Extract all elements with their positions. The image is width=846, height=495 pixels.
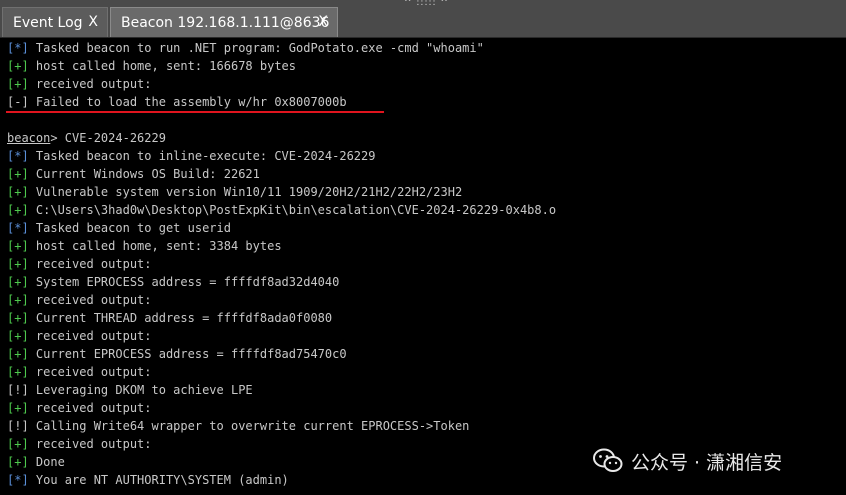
panel-grip-handle[interactable]: ^ ::::: ^: [404, 0, 449, 8]
prompt-beacon-label: beacon: [7, 131, 51, 145]
status-tag: [+]: [7, 347, 29, 361]
console-line: [*] Tasked beacon to inline-execute: CVE…: [7, 147, 375, 165]
console-line-text: Vulnerable system version Win10/11 1909/…: [28, 185, 463, 199]
console-line: [+] Current EPROCESS address = ffffdf8ad…: [7, 345, 347, 363]
console-line: [*] You are NT AUTHORITY\SYSTEM (admin): [7, 471, 289, 489]
status-tag: [+]: [7, 455, 29, 469]
console-line: [+] received output:: [7, 435, 152, 453]
tab-label: Beacon 192.168.1.111@8636: [121, 15, 330, 31]
tab-label: Event Log: [13, 15, 83, 31]
status-tag: [*]: [7, 149, 29, 163]
console-line-text: > CVE-2024-26229: [50, 131, 166, 145]
console-line-text: received output:: [28, 329, 152, 343]
console-line-text: Failed to load the assembly w/hr 0x80070…: [28, 95, 347, 109]
tab-close-button[interactable]: X: [88, 14, 98, 30]
console-line-text: Tasked beacon to inline-execute: CVE-202…: [28, 149, 376, 163]
console-line: [!] Calling Write64 wrapper to overwrite…: [7, 417, 469, 435]
status-tag: [*]: [7, 41, 29, 55]
console-line: [+] Current THREAD address = ffffdf8ada0…: [7, 309, 332, 327]
console-line: [+] received output:: [7, 363, 152, 381]
console-line-text: System EPROCESS address = ffffdf8ad32d40…: [28, 275, 340, 289]
console-line-text: Tasked beacon to get userid: [28, 221, 231, 235]
console-line: [+] Vulnerable system version Win10/11 1…: [7, 183, 462, 201]
console-line-text: host called home, sent: 166678 bytes: [28, 59, 296, 73]
console-line: [+] received output:: [7, 75, 152, 93]
console-line-text: received output:: [28, 293, 152, 307]
console-line-text: Done: [28, 455, 65, 469]
console-line: [*] Tasked beacon to run .NET program: G…: [7, 39, 484, 57]
console-line: [+] received output:: [7, 399, 152, 417]
status-tag: [+]: [7, 257, 29, 271]
tab-close-button[interactable]: X: [318, 14, 328, 30]
console-line-text: Current EPROCESS address = ffffdf8ad7547…: [28, 347, 347, 361]
console-line-text: host called home, sent: 3384 bytes: [28, 239, 282, 253]
console-line-text: received output:: [28, 437, 152, 451]
status-tag: [+]: [7, 239, 29, 253]
console-line: [+] host called home, sent: 3384 bytes: [7, 237, 282, 255]
console-line-text: Current THREAD address = ffffdf8ada0f008…: [28, 311, 333, 325]
console-line: [+] received output:: [7, 255, 152, 273]
status-tag: [+]: [7, 401, 29, 415]
console-line: [+] C:\Users\3had0w\Desktop\PostExpKit\b…: [7, 201, 556, 219]
status-tag: [+]: [7, 77, 29, 91]
console-line: [+] received output:: [7, 291, 152, 309]
console-line: [+] System EPROCESS address = ffffdf8ad3…: [7, 273, 339, 291]
tab-bar: ^ ::::: ^ Event Log X Beacon 192.168.1.1…: [0, 0, 846, 38]
console-line: [-] Failed to load the assembly w/hr 0x8…: [7, 93, 347, 111]
console-line-text: You are NT AUTHORITY\SYSTEM (admin): [28, 473, 289, 487]
watermark-text: 公众号 · 潇湘信安: [631, 451, 783, 474]
beacon-console-output[interactable]: [*] Tasked beacon to run .NET program: G…: [0, 38, 846, 495]
highlight-underline: [6, 111, 384, 113]
status-tag: [*]: [7, 473, 29, 487]
console-line: [+] Done: [7, 453, 65, 471]
console-line-text: received output:: [28, 77, 152, 91]
console-line-text: received output:: [28, 365, 152, 379]
status-tag: [+]: [7, 293, 29, 307]
status-tag: [+]: [7, 437, 29, 451]
wechat-icon: [593, 448, 623, 472]
console-line: [+] received output:: [7, 327, 152, 345]
console-line-text: received output:: [28, 401, 152, 415]
console-line-text: Leveraging DKOM to achieve LPE: [28, 383, 253, 397]
console-line: [*] Tasked beacon to get userid: [7, 219, 231, 237]
status-tag: [+]: [7, 167, 29, 181]
status-tag: [+]: [7, 329, 29, 343]
console-line-text: Current Windows OS Build: 22621: [28, 167, 260, 181]
console-line: [+] host called home, sent: 166678 bytes: [7, 57, 296, 75]
status-tag: [+]: [7, 59, 29, 73]
console-line-text: C:\Users\3had0w\Desktop\PostExpKit\bin\e…: [28, 203, 557, 217]
status-tag: [!]: [7, 419, 29, 433]
tab-event-log[interactable]: Event Log X: [2, 7, 108, 38]
status-tag: [+]: [7, 365, 29, 379]
status-tag: [!]: [7, 383, 29, 397]
console-line: [+] Current Windows OS Build: 22621: [7, 165, 260, 183]
status-tag: [-]: [7, 95, 29, 109]
status-tag: [+]: [7, 275, 29, 289]
console-line: beacon> CVE-2024-26229: [7, 129, 166, 147]
console-line: [!] Leveraging DKOM to achieve LPE: [7, 381, 253, 399]
console-line-text: Calling Write64 wrapper to overwrite cur…: [28, 419, 470, 433]
status-tag: [*]: [7, 221, 29, 235]
tab-beacon-session[interactable]: Beacon 192.168.1.111@8636 X: [110, 7, 338, 38]
status-tag: [+]: [7, 185, 29, 199]
status-tag: [+]: [7, 203, 29, 217]
console-line-text: received output:: [28, 257, 152, 271]
status-tag: [+]: [7, 311, 29, 325]
watermark: 公众号 · 潇湘信安: [593, 446, 782, 476]
console-line-text: Tasked beacon to run .NET program: GodPo…: [28, 41, 484, 55]
